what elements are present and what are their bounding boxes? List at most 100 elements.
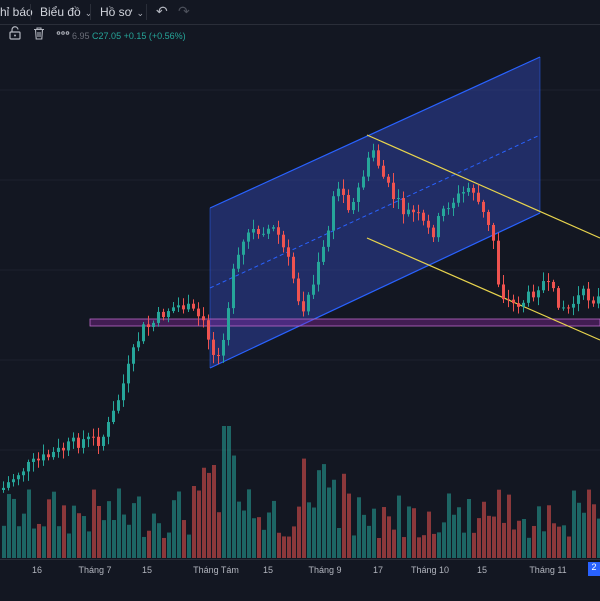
price-chart[interactable]	[0, 0, 600, 560]
undo-icon[interactable]: ↶	[156, 3, 168, 20]
volume-bar	[77, 513, 81, 558]
volume-bar	[417, 537, 421, 558]
volume-bar	[87, 531, 91, 558]
volume-bar	[447, 493, 451, 558]
candle-body	[552, 281, 555, 289]
candle-body	[442, 208, 445, 217]
volume-bar	[382, 507, 386, 558]
x-axis-label: 15	[262, 565, 274, 575]
redo-icon: ↷	[178, 3, 190, 19]
toolbar-divider	[90, 4, 91, 20]
candle-body	[287, 247, 290, 257]
candle-body	[312, 284, 315, 295]
x-axis-label: Tháng 9	[308, 565, 342, 575]
volume-bar	[547, 505, 551, 558]
volume-bar	[57, 526, 61, 558]
candle-body	[587, 288, 590, 301]
volume-bar	[422, 535, 426, 558]
volume-bar	[507, 494, 511, 558]
candle-body	[582, 288, 585, 296]
candle-body	[297, 278, 300, 302]
candle-body	[342, 188, 345, 195]
volume-bar	[577, 502, 581, 558]
volume-bar	[582, 512, 586, 558]
chart-type-menu[interactable]: Biểu đồ ⌄	[40, 5, 92, 19]
candle-body	[537, 290, 540, 298]
volume-bar	[197, 490, 201, 558]
volume-bar	[587, 489, 591, 558]
drawing-layer[interactable]	[89, 56, 600, 369]
volume-bar	[102, 520, 106, 558]
candle-body	[462, 192, 465, 194]
candle-body	[42, 454, 45, 461]
candle-body	[452, 202, 455, 209]
volume-bar	[392, 529, 396, 558]
volume-bar	[22, 513, 26, 558]
candle-body	[122, 383, 125, 401]
more-icon[interactable]	[56, 26, 70, 40]
candle-body	[472, 187, 475, 193]
candle-body	[222, 339, 225, 356]
volume-bar	[277, 532, 281, 558]
volume-bar	[407, 506, 411, 558]
volume-bar	[362, 514, 366, 558]
volume-bar	[82, 516, 86, 558]
volume-bar	[212, 465, 216, 558]
volume-bar	[347, 493, 351, 558]
volume-bar	[472, 532, 476, 558]
volume-bar	[117, 488, 121, 558]
candle-body	[107, 422, 110, 437]
candle-body	[497, 240, 500, 285]
candle-body	[257, 229, 260, 235]
support-zone[interactable]	[89, 318, 600, 327]
candle-body	[417, 212, 420, 214]
unlock-icon[interactable]	[8, 26, 22, 40]
candle-body	[432, 227, 435, 238]
volume-bar	[207, 472, 211, 558]
volume-bar	[157, 523, 161, 558]
candle-body	[77, 437, 80, 448]
candle-body	[492, 224, 495, 241]
volume-bar	[107, 501, 111, 558]
volume-bar	[397, 495, 401, 558]
candle-body	[437, 216, 440, 238]
time-axis[interactable]: 16 Tháng 7 15 Tháng Tám 15 Tháng 9 17 Th…	[0, 559, 600, 601]
x-axis-label: 15	[476, 565, 488, 575]
candle-body	[82, 439, 85, 448]
candle-body	[137, 341, 140, 348]
volume-bar	[42, 526, 46, 558]
volume-bar	[152, 513, 156, 558]
candle-body	[97, 436, 100, 446]
toolbar-divider	[146, 4, 147, 20]
candle-body	[282, 234, 285, 248]
volume-bar	[327, 487, 331, 558]
volume-bar	[462, 532, 466, 558]
candle-body	[527, 291, 530, 303]
candle-body	[102, 436, 105, 446]
candle-body	[397, 198, 400, 200]
x-axis-label: Tháng Tám	[193, 565, 239, 575]
volume-bar	[147, 530, 151, 558]
volume-bar	[52, 491, 56, 558]
x-axis-label: Tháng 7	[78, 565, 112, 575]
candle-body	[327, 230, 330, 247]
candle-body	[237, 254, 240, 269]
volume-bar	[442, 522, 446, 558]
candle-body	[52, 451, 55, 458]
candle-body	[12, 479, 15, 483]
volume-bar	[267, 512, 271, 558]
chart-type-label: Biểu đồ	[40, 5, 81, 19]
volume-bar	[402, 537, 406, 558]
trash-icon[interactable]	[32, 26, 46, 40]
volume-bar	[257, 517, 261, 558]
top-toolbar: hỉ báo Biểu đồ ⌄ Hồ sơ ⌄ ↶ ↷	[0, 0, 600, 25]
volume-bar	[97, 505, 101, 558]
indicators-button[interactable]: hỉ báo	[0, 5, 33, 19]
ohlc-change: +0.15 (+0.56%)	[123, 31, 186, 41]
profile-menu[interactable]: Hồ sơ ⌄	[100, 5, 144, 19]
volume-bar	[367, 525, 371, 558]
candle-body	[352, 201, 355, 211]
volume-bar	[312, 507, 316, 558]
volume-bar	[17, 526, 21, 558]
candle-body	[382, 165, 385, 177]
